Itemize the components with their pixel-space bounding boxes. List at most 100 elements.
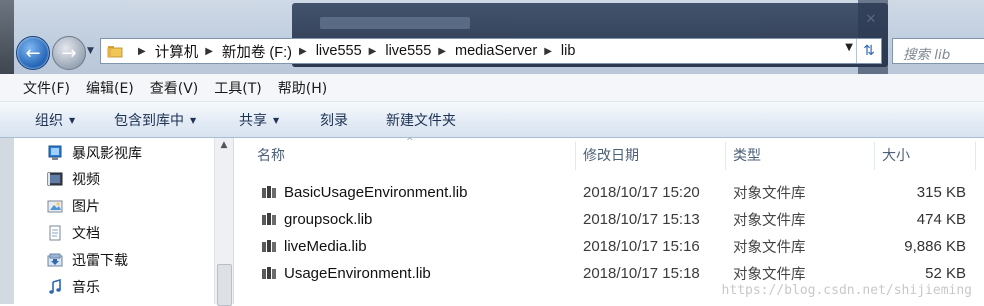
navigation-scrollbar[interactable]: ▲ xyxy=(214,138,233,306)
download-library-icon xyxy=(46,252,64,268)
library-file-icon xyxy=(262,267,276,279)
organize-button[interactable]: 组织 ▼ xyxy=(35,102,75,138)
recent-pages-dropdown[interactable]: ▼ xyxy=(87,46,94,56)
organize-label: 组织 xyxy=(35,113,63,129)
nav-item-music[interactable]: 音乐 xyxy=(46,276,100,298)
file-name: liveMedia.lib xyxy=(284,238,367,255)
column-header-date-label: 修改日期 xyxy=(583,148,639,164)
share-button[interactable]: 共享 ▼ xyxy=(239,102,279,138)
column-header-name-label: 名称 xyxy=(257,148,285,164)
nav-item-label: 视频 xyxy=(72,172,100,188)
file-name: UsageEnvironment.lib xyxy=(284,265,431,282)
library-file-icon xyxy=(262,213,276,225)
nav-item-baofeng-library[interactable]: 暴风影视库 xyxy=(46,142,142,164)
search-input[interactable]: 搜索 lib xyxy=(892,38,984,64)
new-folder-button[interactable]: 新建文件夹 xyxy=(386,102,456,138)
file-type: 对象文件库 xyxy=(733,186,806,202)
file-date: 2018/10/17 15:16 xyxy=(583,238,700,255)
column-divider[interactable] xyxy=(725,142,726,170)
command-bar: 组织 ▼ 包含到库中 ▼ 共享 ▼ 刻录 新建文件夹 xyxy=(0,102,984,138)
nav-item-label: 迅雷下载 xyxy=(72,253,128,269)
column-header-type-label: 类型 xyxy=(733,148,761,164)
chevron-down-icon: ▼ xyxy=(190,115,197,125)
nav-item-label: 暴风影视库 xyxy=(72,146,142,162)
music-library-icon xyxy=(46,279,64,295)
breadcrumb-item-live555-inner[interactable]: live555 xyxy=(385,43,431,59)
file-size: 9,886 KB xyxy=(904,238,966,255)
desktop-background xyxy=(0,138,14,304)
menu-view[interactable]: 查看(V) xyxy=(143,78,206,98)
file-size: 315 KB xyxy=(916,184,966,201)
nav-item-label: 文档 xyxy=(72,226,100,242)
refresh-button[interactable]: ⇅ xyxy=(856,39,881,63)
breadcrumb-item-drive[interactable]: 新加卷 (F:) xyxy=(222,41,292,62)
file-date: 2018/10/17 15:20 xyxy=(583,184,700,201)
file-type: 对象文件库 xyxy=(733,213,806,229)
column-header-name[interactable]: 名称 xyxy=(257,138,285,172)
file-list: ^ 名称 修改日期 类型 大小 BasicUsageEnvironment.li… xyxy=(234,137,984,304)
column-headers: ^ 名称 修改日期 类型 大小 xyxy=(234,137,984,172)
share-label: 共享 xyxy=(239,113,267,129)
desktop-background xyxy=(0,0,14,74)
menu-help[interactable]: 帮助(H) xyxy=(271,78,334,98)
breadcrumb-item-live555[interactable]: live555 xyxy=(316,43,362,59)
column-divider[interactable] xyxy=(575,142,576,170)
file-date: 2018/10/17 15:18 xyxy=(583,265,700,282)
column-header-size-label: 大小 xyxy=(882,148,910,164)
file-row[interactable]: BasicUsageEnvironment.lib 2018/10/17 15:… xyxy=(234,179,984,206)
file-size: 474 KB xyxy=(916,211,966,228)
back-button[interactable]: ← xyxy=(16,36,50,70)
watermark: https://blog.csdn.net/shijieming xyxy=(721,283,972,298)
breadcrumb-separator-icon[interactable]: ▶ xyxy=(299,46,307,57)
arrow-right-icon: → xyxy=(61,42,77,64)
video-library-icon xyxy=(46,171,64,187)
window-titlebar: ✕ ← → ▼ ▶ 计算机 ▶ 新加卷 (F:) ▶ live555 ▶ liv… xyxy=(0,0,984,74)
scrollbar-thumb[interactable] xyxy=(217,264,232,306)
background-window-title xyxy=(320,17,470,29)
address-bar[interactable]: ▶ 计算机 ▶ 新加卷 (F:) ▶ live555 ▶ live555 ▶ m… xyxy=(100,38,882,64)
documents-library-icon xyxy=(46,225,64,241)
chevron-down-icon: ▼ xyxy=(273,115,280,125)
nav-item-label: 图片 xyxy=(72,199,100,215)
media-library-icon xyxy=(46,145,64,161)
scroll-up-icon[interactable]: ▲ xyxy=(215,140,233,152)
arrow-left-icon: ← xyxy=(25,42,41,64)
file-date: 2018/10/17 15:13 xyxy=(583,211,700,228)
address-history-dropdown[interactable]: ▼ xyxy=(845,42,853,53)
nav-item-label: 音乐 xyxy=(72,280,100,296)
breadcrumb-separator-icon[interactable]: ▶ xyxy=(544,46,552,57)
new-folder-label: 新建文件夹 xyxy=(386,113,456,129)
pictures-library-icon xyxy=(46,198,64,214)
breadcrumb-separator-icon[interactable]: ▶ xyxy=(369,46,377,57)
nav-item-xunlei-downloads[interactable]: 迅雷下载 xyxy=(46,249,128,271)
breadcrumb-separator-icon[interactable]: ▶ xyxy=(438,46,446,57)
file-name: groupsock.lib xyxy=(284,211,373,228)
nav-item-pictures[interactable]: 图片 xyxy=(46,195,100,217)
menu-edit[interactable]: 编辑(E) xyxy=(79,78,141,98)
include-in-library-button[interactable]: 包含到库中 ▼ xyxy=(114,102,196,138)
file-row[interactable]: liveMedia.lib 2018/10/17 15:16 对象文件库 9,8… xyxy=(234,233,984,260)
file-type: 对象文件库 xyxy=(733,240,806,256)
breadcrumb-separator-icon[interactable]: ▶ xyxy=(138,46,146,57)
breadcrumb-separator-icon[interactable]: ▶ xyxy=(205,46,213,57)
column-header-size[interactable]: 大小 xyxy=(882,138,910,172)
breadcrumb-item-computer[interactable]: 计算机 xyxy=(155,41,199,62)
include-in-library-label: 包含到库中 xyxy=(114,113,184,129)
refresh-icon: ⇅ xyxy=(863,43,875,59)
column-divider[interactable] xyxy=(874,142,875,170)
file-row[interactable]: groupsock.lib 2018/10/17 15:13 对象文件库 474… xyxy=(234,206,984,233)
menu-tools[interactable]: 工具(T) xyxy=(207,78,268,98)
folder-icon xyxy=(107,46,123,58)
column-header-type[interactable]: 类型 xyxy=(733,138,761,172)
nav-item-documents[interactable]: 文档 xyxy=(46,222,100,244)
breadcrumb-item-lib[interactable]: lib xyxy=(561,43,576,59)
burn-button[interactable]: 刻录 xyxy=(320,102,348,138)
nav-item-videos[interactable]: 视频 xyxy=(46,168,100,190)
library-file-icon xyxy=(262,186,276,198)
menu-file[interactable]: 文件(F) xyxy=(16,78,77,98)
breadcrumb-item-mediaserver[interactable]: mediaServer xyxy=(455,43,537,59)
forward-button[interactable]: → xyxy=(52,36,86,70)
column-header-date[interactable]: 修改日期 xyxy=(583,138,639,172)
column-divider[interactable] xyxy=(975,142,976,170)
menu-bar: 文件(F) 编辑(E) 查看(V) 工具(T) 帮助(H) xyxy=(0,74,984,102)
